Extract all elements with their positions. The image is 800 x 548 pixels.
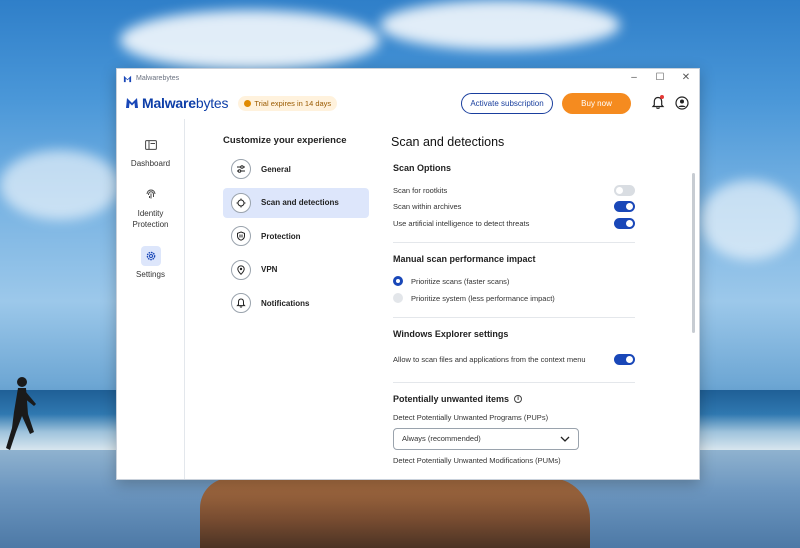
pup-label: Detect Potentially Unwanted Programs (PU… — [393, 412, 549, 422]
title-bar: Malwarebytes – ☐ ✕ — [117, 69, 699, 87]
menu-item-notifications[interactable]: Notifications — [223, 288, 369, 318]
cloud — [120, 10, 380, 70]
gear-icon — [146, 251, 155, 261]
menu-item-label: Protection — [261, 231, 301, 241]
buy-now-button[interactable]: Buy now — [562, 92, 631, 114]
minimize-button[interactable]: – — [621, 69, 647, 87]
rock-reflection — [200, 478, 590, 548]
dashboard-icon — [144, 140, 157, 150]
divider — [393, 241, 635, 243]
setting-label: Scan for rootkits — [393, 185, 448, 195]
setting-row-context-menu: Allow to scan files and applications fro… — [393, 348, 635, 372]
trial-badge-label: Trial expires in 14 days — [254, 98, 332, 108]
settings-content: Scan and detections Scan Options Scan fo… — [391, 119, 699, 479]
nav-item-settings[interactable]: Settings — [117, 246, 184, 279]
scan-options-section: Scan Options Scan for rootkits Scan with… — [393, 163, 635, 465]
pum-label: Detect Potentially Unwanted Modification… — [393, 455, 561, 465]
window-title: Malwarebytes — [136, 74, 180, 82]
nav-item-dashboard[interactable]: Dashboard — [117, 135, 184, 168]
nav-label: Dashboard — [130, 159, 171, 168]
setting-label: Scan within archives — [393, 202, 462, 212]
divider — [393, 381, 635, 383]
logo-text-light: bytes — [195, 95, 229, 111]
nav-label: Settings — [136, 270, 165, 279]
location-pin-icon — [237, 264, 245, 275]
info-icon[interactable]: i — [514, 394, 523, 403]
nav-label: Identity Protection — [132, 209, 169, 229]
divider — [393, 316, 635, 318]
pup-dropdown-value: Always (recommended) — [402, 434, 481, 443]
crosshair-icon — [236, 198, 246, 207]
nav-item-identity-protection[interactable]: Identity Protection — [117, 184, 184, 230]
menu-item-label: General — [261, 164, 291, 174]
menu-item-protection[interactable]: Protection — [223, 221, 369, 251]
context-menu-toggle[interactable] — [614, 354, 635, 365]
logo-text-bold: Malware — [142, 95, 196, 111]
archives-toggle[interactable] — [614, 201, 635, 213]
cloud — [380, 0, 620, 50]
section-title: Scan Options — [393, 163, 452, 173]
sliders-icon — [237, 165, 245, 173]
ai-detection-toggle[interactable] — [614, 217, 635, 229]
logo-mark-icon — [126, 98, 138, 108]
maximize-button[interactable]: ☐ — [647, 69, 673, 87]
radio-prioritize-system[interactable]: Prioritize system (less performance impa… — [393, 290, 635, 307]
section-title: Potentially unwanted items i — [393, 394, 635, 404]
activate-subscription-button[interactable]: Activate subscription — [461, 92, 553, 114]
cloud — [0, 150, 120, 220]
shield-icon — [237, 231, 245, 241]
setting-label: Use artificial intelligence to detect th… — [393, 218, 530, 228]
setting-row-rootkits: Scan for rootkits — [393, 182, 635, 199]
radio-label: Prioritize system (less performance impa… — [411, 293, 555, 303]
pup-dropdown[interactable]: Always (recommended) — [393, 427, 579, 450]
settings-menu: Customize your experience General Scan a… — [185, 119, 391, 479]
fingerprint-icon — [146, 189, 155, 199]
close-button[interactable]: ✕ — [673, 69, 699, 87]
notification-dot — [660, 95, 664, 99]
menu-item-scan-and-detections[interactable]: Scan and detections — [223, 187, 369, 218]
notifications-button[interactable] — [649, 94, 667, 112]
bell-icon — [236, 298, 246, 308]
app-header: Malware bytes Trial expires in 14 days Ac… — [117, 87, 699, 119]
menu-item-label: VPN — [261, 265, 278, 274]
chevron-down-icon — [560, 436, 570, 442]
rootkits-toggle[interactable] — [614, 184, 635, 196]
pup-section-title: Potentially unwanted items — [393, 393, 510, 404]
menu-title: Customize your experience — [223, 135, 347, 146]
radio-prioritize-scans[interactable]: Prioritize scans (faster scans) — [393, 273, 635, 290]
runner-silhouette — [6, 377, 36, 450]
trial-badge[interactable]: Trial expires in 14 days — [238, 95, 338, 111]
setting-label: Allow to scan files and applications fro… — [393, 354, 586, 364]
user-circle-icon — [675, 96, 689, 110]
malwarebytes-icon — [123, 75, 132, 82]
page-title: Scan and detections — [391, 135, 505, 149]
menu-item-label: Scan and detections — [261, 198, 339, 207]
left-nav: Dashboard Identity Protection Settings — [117, 119, 185, 479]
menu-item-vpn[interactable]: VPN — [223, 255, 369, 285]
menu-item-general[interactable]: General — [223, 154, 369, 184]
section-title: Windows Explorer settings — [393, 328, 509, 339]
cloud — [700, 180, 800, 260]
malwarebytes-logo: Malware bytes — [125, 95, 229, 111]
setting-row-ai-detection: Use artificial intelligence to detect th… — [393, 215, 635, 232]
section-title: Manual scan performance impact — [393, 253, 536, 264]
radio-label: Prioritize scans (faster scans) — [411, 276, 510, 286]
radio-button[interactable] — [393, 293, 403, 303]
account-button[interactable] — [673, 94, 691, 112]
clock-icon — [244, 99, 252, 107]
malwarebytes-window: Malwarebytes – ☐ ✕ Malware bytes Trial ex… — [116, 68, 700, 480]
scrollbar[interactable] — [692, 173, 695, 333]
setting-row-archives: Scan within archives — [393, 199, 635, 216]
menu-item-label: Notifications — [261, 298, 310, 308]
radio-button[interactable] — [393, 276, 403, 286]
